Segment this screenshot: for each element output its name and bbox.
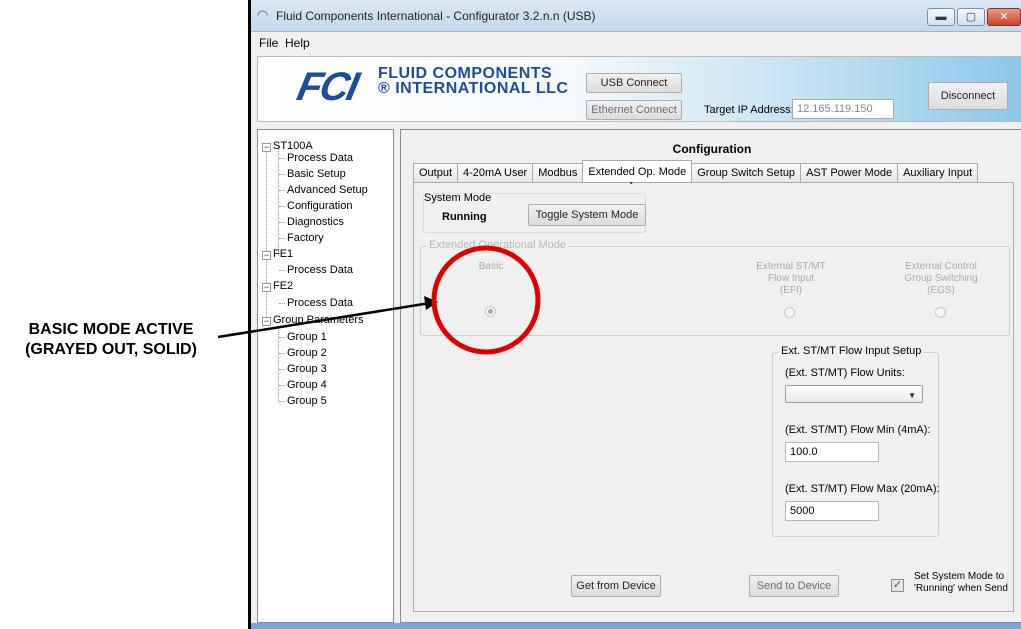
tree-fe1[interactable]: FE1 xyxy=(273,248,293,260)
flow-input-setup-group: Ext. ST/MT Flow Input Setup (Ext. ST/MT)… xyxy=(772,345,940,537)
header-banner: FCI FLUID COMPONENTS ® INTERNATIONAL LLC… xyxy=(257,56,1021,122)
tree-group-1[interactable]: Group 1 xyxy=(287,331,327,343)
basic-radio[interactable] xyxy=(485,306,496,317)
flow-units-select[interactable]: ▼ xyxy=(785,385,923,403)
title-bar: ◠ Fluid Components International - Confi… xyxy=(251,0,1021,32)
tree-advanced-setup[interactable]: Advanced Setup xyxy=(287,184,368,196)
menu-bar: File Help xyxy=(251,32,1021,54)
expand-icon[interactable]: − xyxy=(262,317,271,326)
status-bar xyxy=(251,623,1021,629)
disconnect-button[interactable]: Disconnect xyxy=(928,82,1008,110)
flow-max-input[interactable]: 5000 xyxy=(785,501,879,521)
app-icon: ◠ xyxy=(257,7,269,22)
tree-fe2[interactable]: FE2 xyxy=(273,280,293,292)
maximize-icon[interactable]: ▢ xyxy=(957,8,985,26)
tab-content: System Mode Running Toggle System Mode E… xyxy=(413,182,1014,612)
tree-st100a[interactable]: ST100A xyxy=(273,140,313,152)
tab-extended-op-mode[interactable]: Extended Op. Mode xyxy=(582,160,693,182)
send-to-device-button[interactable]: Send to Device xyxy=(749,575,839,597)
tree-process-data[interactable]: Process Data xyxy=(287,152,353,164)
ethernet-connect-button[interactable]: Ethernet Connect xyxy=(586,100,682,120)
expand-icon[interactable]: − xyxy=(262,143,271,152)
menu-help[interactable]: Help xyxy=(285,36,310,50)
tree-fe2-process-data[interactable]: Process Data xyxy=(287,297,353,309)
system-mode-group: System Mode Running Toggle System Mode xyxy=(423,192,646,233)
system-mode-label: System Mode xyxy=(424,192,492,204)
system-mode-status: Running xyxy=(442,211,487,223)
tree-group-2[interactable]: Group 2 xyxy=(287,347,327,359)
flow-min-input[interactable]: 100.0 xyxy=(785,442,879,462)
flow-max-label: (Ext. ST/MT) Flow Max (20mA): xyxy=(785,483,940,495)
flow-input-setup-label: Ext. ST/MT Flow Input Setup xyxy=(779,345,924,357)
flow-min-label: (Ext. ST/MT) Flow Min (4mA): xyxy=(785,424,931,436)
tree-fe1-process-data[interactable]: Process Data xyxy=(287,264,353,276)
tree-group-3[interactable]: Group 3 xyxy=(287,363,327,375)
efi-option-label: External ST/MT Flow Input (EFI) xyxy=(756,261,826,296)
window-controls: ▬ ▢ ✕ xyxy=(925,8,1021,26)
tab-group-switch-setup[interactable]: Group Switch Setup xyxy=(691,163,802,182)
expand-icon[interactable]: − xyxy=(262,251,271,260)
set-running-label: Set System Mode to 'Running' when Send xyxy=(914,571,1008,594)
minimize-icon[interactable]: ▬ xyxy=(927,8,955,26)
tree-group-5[interactable]: Group 5 xyxy=(287,395,327,407)
tab-auxiliary-input[interactable]: Auxiliary Input xyxy=(897,163,979,182)
egs-radio[interactable] xyxy=(935,307,946,318)
fci-logo: FCI xyxy=(293,65,362,109)
annotation-line1: BASIC MODE ACTIVE xyxy=(28,321,194,338)
target-ip-label: Target IP Address: xyxy=(704,104,794,116)
expand-icon[interactable]: − xyxy=(262,283,271,292)
tree-diagnostics[interactable]: Diagnostics xyxy=(287,216,344,228)
chevron-down-icon: ▼ xyxy=(908,391,916,400)
annotation-line2: (GRAYED OUT, SOLID) xyxy=(25,341,197,358)
get-from-device-button[interactable]: Get from Device xyxy=(571,575,661,597)
extended-mode-group: Extended Operational Mode Basic External… xyxy=(420,239,1010,336)
annotation-callout: BASIC MODE ACTIVE (GRAYED OUT, SOLID) xyxy=(6,320,216,360)
window-title: Fluid Components International - Configu… xyxy=(276,9,596,23)
tab-strip: Output 4-20mA User Modbus Extended Op. M… xyxy=(413,160,979,182)
tab-ast-power-mode[interactable]: AST Power Mode xyxy=(800,163,899,182)
tree-factory[interactable]: Factory xyxy=(287,232,324,244)
toggle-system-mode-button[interactable]: Toggle System Mode xyxy=(528,204,646,226)
tree-configuration[interactable]: Configuration xyxy=(287,200,352,212)
tab-4-20ma-user[interactable]: 4-20mA User xyxy=(457,163,534,182)
basic-option-label: Basic xyxy=(478,261,504,272)
tree-group-parameters[interactable]: Group Parameters xyxy=(273,314,363,326)
usb-connect-button[interactable]: USB Connect xyxy=(586,73,682,93)
tree-group-4[interactable]: Group 4 xyxy=(287,379,327,391)
tab-output[interactable]: Output xyxy=(413,163,459,182)
navigation-tree: − ST100A Process Data Basic Setup Advanc… xyxy=(257,129,394,623)
company-name-line2: ® INTERNATIONAL LLC xyxy=(378,80,569,97)
efi-radio[interactable] xyxy=(784,307,795,318)
panel-title: Configuration xyxy=(672,142,752,156)
egs-option-label: External Control Group Switching (EGS) xyxy=(904,261,978,296)
configuration-panel: Configuration Output 4-20mA User Modbus … xyxy=(400,129,1021,623)
extended-mode-label: Extended Operational Mode xyxy=(427,239,568,251)
menu-file[interactable]: File xyxy=(259,36,278,50)
tree-basic-setup[interactable]: Basic Setup xyxy=(287,168,346,180)
tab-modbus[interactable]: Modbus xyxy=(532,163,584,182)
app-window: ◠ Fluid Components International - Confi… xyxy=(248,0,1021,629)
set-running-checkbox[interactable]: ✓ xyxy=(891,579,904,592)
close-icon[interactable]: ✕ xyxy=(987,8,1021,26)
flow-units-label: (Ext. ST/MT) Flow Units: xyxy=(785,367,905,379)
target-ip-field[interactable]: 12.165.119.150 xyxy=(792,99,894,119)
